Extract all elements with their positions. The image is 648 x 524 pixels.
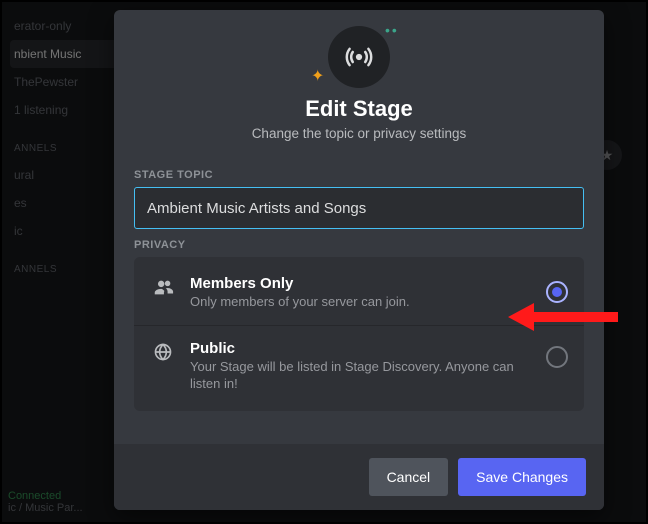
radio-unselected[interactable]: [546, 346, 568, 368]
globe-icon: [150, 340, 176, 362]
radio-selected[interactable]: [546, 281, 568, 303]
members-icon: [150, 275, 176, 299]
edit-stage-modal: •• ✦ Edit Stage Change the topic or priv…: [114, 10, 604, 510]
modal-title: Edit Stage: [134, 96, 584, 122]
stage-icon: [328, 26, 390, 88]
privacy-options: Members Only Only members of your server…: [134, 257, 584, 411]
option-desc: Your Stage will be listed in Stage Disco…: [190, 359, 532, 393]
privacy-label: PRIVACY: [134, 239, 584, 251]
stage-topic-input[interactable]: [134, 187, 584, 229]
cancel-button[interactable]: Cancel: [369, 458, 449, 496]
option-title: Public: [190, 340, 532, 357]
stage-topic-label: STAGE TOPIC: [134, 169, 584, 181]
privacy-option-members-only[interactable]: Members Only Only members of your server…: [134, 261, 584, 325]
privacy-option-public[interactable]: Public Your Stage will be listed in Stag…: [134, 325, 584, 407]
save-changes-button[interactable]: Save Changes: [458, 458, 586, 496]
option-desc: Only members of your server can join.: [190, 294, 532, 311]
sparkle-dots-icon: ••: [385, 22, 399, 38]
option-title: Members Only: [190, 275, 532, 292]
sparkle-icon: ✦: [311, 66, 324, 86]
modal-subtitle: Change the topic or privacy settings: [134, 126, 584, 141]
